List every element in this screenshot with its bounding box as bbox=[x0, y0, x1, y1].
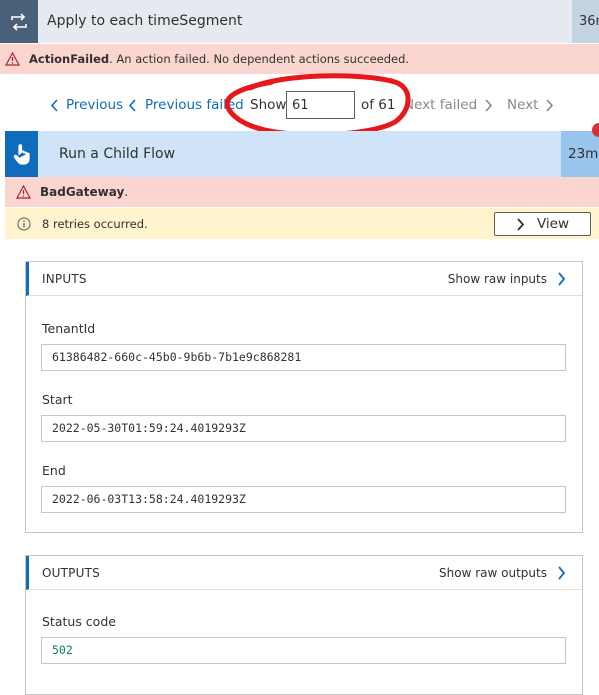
status-code-value[interactable]: 502 bbox=[41, 637, 566, 664]
show-raw-inputs-label: Show raw inputs bbox=[447, 272, 547, 286]
chevron-right-icon bbox=[485, 98, 493, 112]
status-dot bbox=[592, 123, 599, 137]
inputs-title: INPUTS bbox=[42, 272, 87, 286]
view-retries-button[interactable]: View bbox=[494, 212, 591, 236]
end-label: End bbox=[42, 463, 66, 478]
inputs-panel: INPUTS Show raw inputs TenantId 61386482… bbox=[25, 261, 583, 533]
end-value[interactable]: 2022-06-03T13:58:24.4019293Z bbox=[41, 486, 566, 513]
show-raw-outputs-label: Show raw outputs bbox=[439, 566, 547, 580]
chevron-left-icon bbox=[128, 98, 136, 112]
start-value[interactable]: 2022-05-30T01:59:24.4019293Z bbox=[41, 415, 566, 442]
error-suffix: . bbox=[124, 185, 129, 199]
warning-icon bbox=[16, 185, 31, 199]
child-flow-title: Run a Child Flow bbox=[59, 146, 176, 162]
chevron-right-icon bbox=[557, 566, 566, 580]
loop-duration: 36m bbox=[572, 0, 599, 43]
tenant-id-value[interactable]: 61386482-660c-45b0-9b6b-7b1e9c868281 bbox=[41, 344, 566, 371]
next-failed-button[interactable]: Next failed bbox=[404, 88, 493, 122]
loop-title: Apply to each timeSegment bbox=[47, 13, 243, 29]
tenant-id-label: TenantId bbox=[42, 321, 96, 336]
show-raw-inputs-link[interactable]: Show raw inputs bbox=[448, 262, 566, 296]
loop-icon-tile bbox=[0, 0, 38, 43]
child-flow-duration: 23m bbox=[561, 131, 599, 177]
status-code-label: Status code bbox=[42, 614, 116, 629]
child-flow-icon-tile bbox=[5, 131, 38, 177]
loop-arrows-icon bbox=[11, 12, 27, 31]
show-raw-outputs-link[interactable]: Show raw outputs bbox=[439, 556, 566, 590]
chevron-right-icon bbox=[557, 272, 566, 286]
outputs-panel-header: OUTPUTS Show raw outputs bbox=[26, 556, 582, 590]
retries-text: 8 retries occurred. bbox=[42, 216, 148, 231]
chevron-right-icon bbox=[546, 98, 554, 112]
outputs-title: OUTPUTS bbox=[42, 566, 100, 580]
error-code: BadGateway bbox=[40, 185, 125, 199]
warning-icon bbox=[5, 52, 20, 66]
next-button[interactable]: Next bbox=[507, 88, 554, 122]
outputs-panel: OUTPUTS Show raw outputs Status code 502 bbox=[25, 555, 583, 695]
chevron-right-icon bbox=[516, 217, 525, 231]
view-label: View bbox=[536, 216, 570, 232]
start-label: Start bbox=[42, 392, 73, 407]
chevron-left-icon bbox=[50, 98, 58, 112]
error-code: ActionFailed bbox=[29, 52, 110, 66]
next-label: Next bbox=[507, 97, 539, 113]
inputs-panel-header: INPUTS Show raw inputs bbox=[26, 262, 582, 296]
error-message: . An action failed. No dependent actions… bbox=[109, 52, 410, 66]
info-icon bbox=[17, 217, 31, 231]
previous-button[interactable]: Previous bbox=[50, 88, 123, 122]
previous-label: Previous bbox=[66, 97, 124, 113]
touch-hand-icon bbox=[13, 144, 30, 165]
bad-gateway-banner: BadGateway . bbox=[5, 177, 599, 207]
